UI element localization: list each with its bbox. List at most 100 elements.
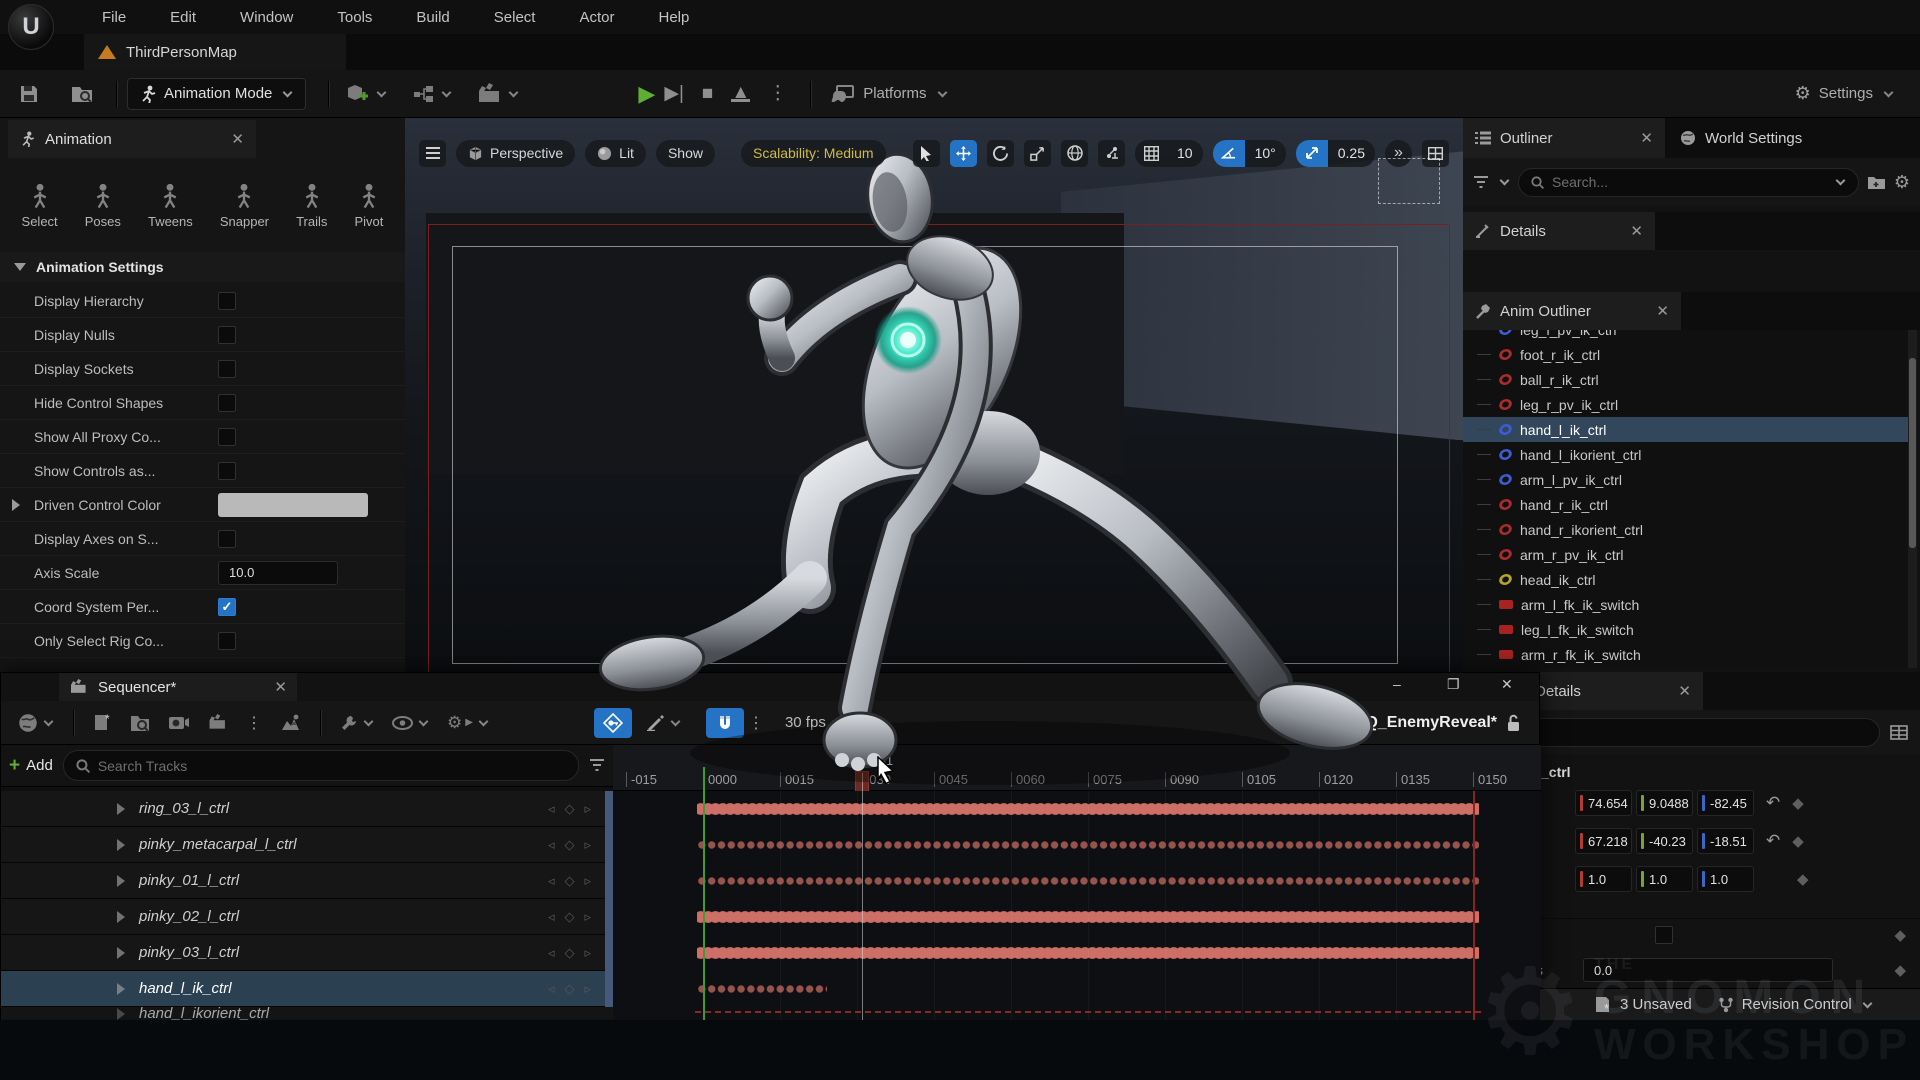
playback-options-dropdown[interactable]: ⚙ ▶ xyxy=(447,713,489,733)
snap-options-menu[interactable]: ⋮ xyxy=(748,713,764,733)
view-options-eye-dropdown[interactable] xyxy=(392,716,429,730)
rotate-tool-icon[interactable] xyxy=(987,140,1014,167)
menu-window[interactable]: Window xyxy=(218,1,315,34)
expander-icon[interactable] xyxy=(117,947,125,959)
transform-y-value[interactable]: 9.0488 xyxy=(1636,790,1693,816)
anim-tool-poses[interactable]: Poses xyxy=(85,183,121,229)
driven-control-color-swatch[interactable] xyxy=(218,493,368,517)
track-row-ring_03_l_ctrl[interactable]: ring_03_l_ctrl◃◇▹ xyxy=(1,791,613,827)
track-filter-icon[interactable] xyxy=(589,759,605,772)
unsaved-button[interactable]: * 3 Unsaved xyxy=(1595,996,1692,1013)
sequencer-world-dropdown[interactable] xyxy=(18,713,54,733)
expander-icon[interactable] xyxy=(117,875,125,887)
sequencer-close-button[interactable]: ✕ xyxy=(1501,676,1513,693)
menu-build[interactable]: Build xyxy=(394,1,471,34)
menu-help[interactable]: Help xyxy=(637,1,712,34)
expander-icon[interactable] xyxy=(117,803,125,815)
unreal-logo-icon[interactable]: U xyxy=(8,4,54,50)
lit-dropdown[interactable]: Lit xyxy=(585,140,646,167)
platforms-dropdown[interactable]: Platforms xyxy=(831,84,947,104)
tab-outliner[interactable]: Outliner ✕ xyxy=(1463,118,1665,158)
filter-icon[interactable] xyxy=(1473,176,1489,189)
tab-details-top[interactable]: Details ✕ xyxy=(1463,212,1655,250)
rotation-snap-value[interactable]: 10° xyxy=(1245,145,1286,161)
animation-mode-dropdown[interactable]: Animation Mode xyxy=(127,78,306,110)
next-key-icon[interactable]: ▹ xyxy=(584,981,591,997)
create-asset-icon[interactable]: * xyxy=(93,713,112,732)
prev-key-icon[interactable]: ◃ xyxy=(548,801,555,817)
level-tab[interactable]: ThirdPersonMap xyxy=(84,34,346,70)
track-row-pinky_01_l_ctrl[interactable]: pinky_01_l_ctrl◃◇▹ xyxy=(1,863,613,899)
details-extra-value[interactable]: 0.0 xyxy=(1583,958,1833,982)
menu-edit[interactable]: Edit xyxy=(148,1,218,34)
world-space-globe-icon[interactable] xyxy=(1061,140,1088,167)
track-row-pinky_metacarpal_l_ctrl[interactable]: pinky_metacarpal_l_ctrl◃◇▹ xyxy=(1,827,613,863)
setting-checkbox[interactable] xyxy=(218,632,236,650)
setting-checkbox[interactable] xyxy=(218,326,236,344)
menu-actor[interactable]: Actor xyxy=(557,1,636,34)
sequencer-minimize-button[interactable]: – xyxy=(1393,676,1401,692)
snap-magnet-button[interactable] xyxy=(706,708,744,738)
expander-icon[interactable] xyxy=(117,911,125,923)
prev-key-icon[interactable]: ◃ xyxy=(548,981,555,997)
anim-outliner-item[interactable]: hand_r_ikorient_ctrl xyxy=(1463,517,1908,542)
track-row-pinky_03_l_ctrl[interactable]: pinky_03_l_ctrl◃◇▹ xyxy=(1,935,613,971)
setting-value-input[interactable]: 10.0 xyxy=(218,561,338,585)
details-checkbox[interactable] xyxy=(1655,926,1673,944)
anim-tool-tweens[interactable]: Tweens xyxy=(148,183,193,229)
surface-snap-icon[interactable] xyxy=(1098,140,1125,167)
scale-snap-value[interactable]: 0.25 xyxy=(1328,145,1375,161)
curve-pen-dropdown[interactable] xyxy=(646,714,681,731)
viewport-menu-icon[interactable] xyxy=(419,140,446,167)
add-key-icon[interactable]: ◇ xyxy=(564,981,574,997)
viewport-3d[interactable] xyxy=(405,118,1463,674)
browse-content-icon[interactable] xyxy=(70,83,94,105)
add-folder-icon[interactable] xyxy=(1867,174,1886,190)
close-icon[interactable]: ✕ xyxy=(1656,302,1669,320)
anim-outliner-item[interactable]: arm_r_fk_ik_switch xyxy=(1463,642,1908,667)
curves-wrench-dropdown[interactable] xyxy=(340,714,374,732)
prev-key-icon[interactable]: ◃ xyxy=(548,837,555,853)
move-tool-icon[interactable] xyxy=(950,140,977,167)
close-icon[interactable]: ✕ xyxy=(274,678,287,696)
grid-snap-control[interactable]: 10 xyxy=(1135,140,1203,167)
blueprints-dropdown[interactable] xyxy=(412,84,452,104)
outliner-search-input[interactable]: Search... xyxy=(1518,168,1859,197)
setting-checkbox[interactable] xyxy=(218,530,236,548)
reset-to-default-icon[interactable]: ↶ xyxy=(1766,793,1780,813)
find-asset-icon[interactable] xyxy=(130,713,150,732)
expander-icon[interactable] xyxy=(117,983,125,995)
tab-sequencer[interactable]: Sequencer* ✕ xyxy=(59,673,297,701)
close-icon[interactable]: ✕ xyxy=(1630,222,1643,240)
anim-outliner-item[interactable]: hand_l_ik_ctrl xyxy=(1463,417,1908,442)
grid-snap-value[interactable]: 10 xyxy=(1167,145,1203,161)
close-icon[interactable]: ✕ xyxy=(231,130,244,148)
anim-outliner-item[interactable]: head_ik_ctrl xyxy=(1463,567,1908,592)
next-key-icon[interactable]: ▹ xyxy=(584,909,591,925)
close-icon[interactable]: ✕ xyxy=(1678,682,1691,700)
anim-outliner-item[interactable]: foot_r_ik_ctrl xyxy=(1463,342,1908,367)
next-key-icon[interactable]: ▹ xyxy=(584,801,591,817)
display-grid-icon[interactable] xyxy=(1890,725,1908,740)
close-icon[interactable]: ✕ xyxy=(1640,129,1653,147)
add-key-icon[interactable]: ◇ xyxy=(564,909,574,925)
scalability-button[interactable]: Scalability: Medium xyxy=(741,140,886,167)
keyframe-diamond-icon[interactable]: ◆ xyxy=(1797,870,1809,888)
chevron-down-icon[interactable] xyxy=(1500,176,1510,186)
expander-icon[interactable] xyxy=(117,839,125,851)
play-button[interactable]: ▶ xyxy=(638,81,655,107)
add-key-icon[interactable]: ◇ xyxy=(564,801,574,817)
transform-x-value[interactable]: 67.218 xyxy=(1575,828,1632,854)
outliner-settings-gear-icon[interactable]: ⚙ xyxy=(1894,172,1910,193)
anim-outliner-item[interactable]: arm_r_pv_ik_ctrl xyxy=(1463,542,1908,567)
scale-snap-control[interactable]: 0.25 xyxy=(1296,140,1375,167)
transform-z-value[interactable]: -82.45 xyxy=(1697,790,1754,816)
chevron-down-icon[interactable] xyxy=(1835,176,1845,186)
anim-outliner-item[interactable]: leg_r_pv_ik_ctrl xyxy=(1463,392,1908,417)
auto-key-button[interactable] xyxy=(594,708,632,738)
perspective-dropdown[interactable]: Perspective xyxy=(456,140,575,167)
transform-y-value[interactable]: -40.23 xyxy=(1636,828,1693,854)
key-dots-hand_l_ik_ctrl[interactable] xyxy=(697,982,827,996)
add-key-icon[interactable]: ◇ xyxy=(564,837,574,853)
save-icon[interactable] xyxy=(18,83,40,105)
